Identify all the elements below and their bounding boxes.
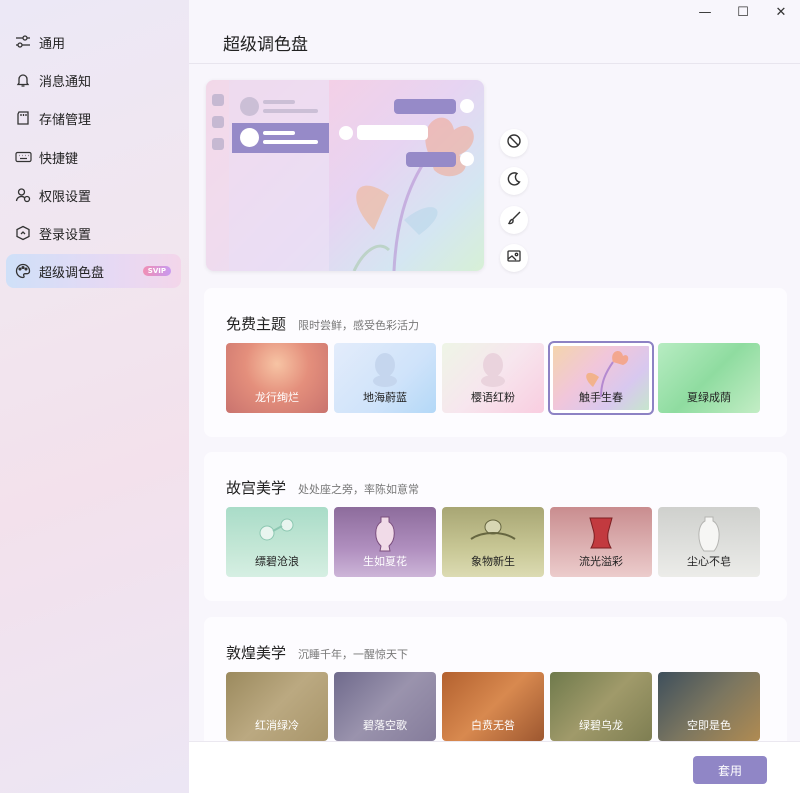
theme-tile[interactable]: 白贲无咎 <box>442 672 544 741</box>
theme-tile[interactable]: 绿碧乌龙 <box>550 672 652 741</box>
section-palace-aesthetics: 故宫美学 处处座之旁，率陈如意常 缥碧沧浪 生如夏花 象物新生 流光溢彩 尘心不… <box>204 452 787 601</box>
window-controls: — ☐ ✕ <box>686 0 800 24</box>
divider <box>189 63 800 64</box>
sidebar: 通用 消息通知 存储管理 快捷键 权限设置 登录设置 超级调色盘 SVIP <box>0 0 189 793</box>
sidebar-item-storage[interactable]: 存储管理 <box>6 101 181 135</box>
moon-icon <box>506 171 522 191</box>
palette-icon <box>14 262 32 280</box>
theme-tile[interactable]: 夏绿成荫 <box>658 343 760 413</box>
theme-tile[interactable]: 地海蔚蓝 <box>334 343 436 413</box>
page-title: 超级调色盘 <box>223 35 308 55</box>
sidebar-item-permissions[interactable]: 权限设置 <box>6 178 181 212</box>
section-subtitle: 沉睡千年，一醒惊天下 <box>298 648 409 661</box>
porcelain-vase-icon <box>698 516 720 552</box>
section-subtitle: 处处座之旁，率陈如意常 <box>298 483 420 496</box>
sidebar-item-label: 消息通知 <box>39 74 92 90</box>
jade-ornament-icon <box>259 518 294 541</box>
sidebar-item-login[interactable]: 登录设置 <box>6 216 181 250</box>
reset-theme-button[interactable] <box>500 129 528 157</box>
sidebar-item-label: 权限设置 <box>39 189 92 205</box>
preview-rail <box>206 80 229 271</box>
sidebar-item-shortcuts[interactable]: 快捷键 <box>6 140 181 174</box>
svip-badge: SVIP <box>142 266 171 276</box>
sidebar-item-general[interactable]: 通用 <box>6 25 181 59</box>
bell-icon <box>14 71 32 89</box>
custom-brush-button[interactable] <box>500 206 528 234</box>
theme-tile[interactable]: 流光溢彩 <box>550 507 652 577</box>
theme-tile[interactable]: 樱语红粉 <box>442 343 544 413</box>
footer-bar: 套用 <box>189 741 800 793</box>
theme-preview <box>206 80 484 271</box>
bronze-ornament-icon <box>470 519 516 540</box>
theme-tile[interactable]: 龙行绚烂 <box>226 343 328 413</box>
maximize-button[interactable]: ☐ <box>724 0 762 24</box>
user-lock-icon <box>14 186 32 204</box>
theme-tile[interactable]: 空即是色 <box>658 672 760 741</box>
main-panel: — ☐ ✕ 超级调色盘 免费主题 限时尝鲜，感受色彩活力 龙行绚烂 地海蔚蓝 樱… <box>189 0 800 793</box>
sidebar-item-label: 存储管理 <box>39 112 92 128</box>
section-subtitle: 限时尝鲜，感受色彩活力 <box>298 319 420 332</box>
theme-tile[interactable]: 碧落空歌 <box>334 672 436 741</box>
sidebar-item-label: 登录设置 <box>39 227 92 243</box>
lacquer-vessel-icon <box>589 517 613 549</box>
shield-icon <box>14 224 32 242</box>
mascot-icon <box>373 353 397 387</box>
sliders-icon <box>14 33 32 51</box>
mascot-icon <box>481 353 505 387</box>
close-button[interactable]: ✕ <box>762 0 800 24</box>
sidebar-item-label: 通用 <box>39 36 66 52</box>
theme-tile-selected[interactable]: 触手生春 <box>548 341 654 415</box>
keyboard-icon <box>14 148 32 166</box>
section-dunhuang-aesthetics: 敦煌美学 沉睡千年，一醒惊天下 红消绿冷 碧落空歌 白贲无咎 绿碧乌龙 空即是色 <box>204 617 787 741</box>
sidebar-item-notifications[interactable]: 消息通知 <box>6 63 181 97</box>
image-icon <box>506 248 522 268</box>
theme-tile[interactable]: 象物新生 <box>442 507 544 577</box>
apply-button[interactable]: 套用 <box>693 756 767 784</box>
section-free-themes: 免费主题 限时尝鲜，感受色彩活力 龙行绚烂 地海蔚蓝 樱语红粉 触手生春 夏绿成… <box>204 288 787 437</box>
section-title: 敦煌美学 <box>226 644 287 662</box>
background-image-button[interactable] <box>500 244 528 272</box>
sidebar-item-label: 超级调色盘 <box>39 265 105 281</box>
minimize-button[interactable]: — <box>686 0 724 24</box>
theme-tile[interactable]: 缥碧沧浪 <box>226 507 328 577</box>
sidebar-item-label: 快捷键 <box>39 151 79 167</box>
section-title: 免费主题 <box>226 315 287 333</box>
section-title: 故宫美学 <box>226 479 287 497</box>
vase-icon <box>375 516 395 552</box>
brush-icon <box>506 210 522 230</box>
theme-tile[interactable]: 生如夏花 <box>334 507 436 577</box>
ban-icon <box>506 133 522 153</box>
storage-icon <box>14 109 32 127</box>
theme-tile[interactable]: 尘心不皂 <box>658 507 760 577</box>
dark-mode-button[interactable] <box>500 167 528 195</box>
theme-tile[interactable]: 红消绿冷 <box>226 672 328 741</box>
sidebar-item-palette[interactable]: 超级调色盘 SVIP <box>6 254 181 288</box>
